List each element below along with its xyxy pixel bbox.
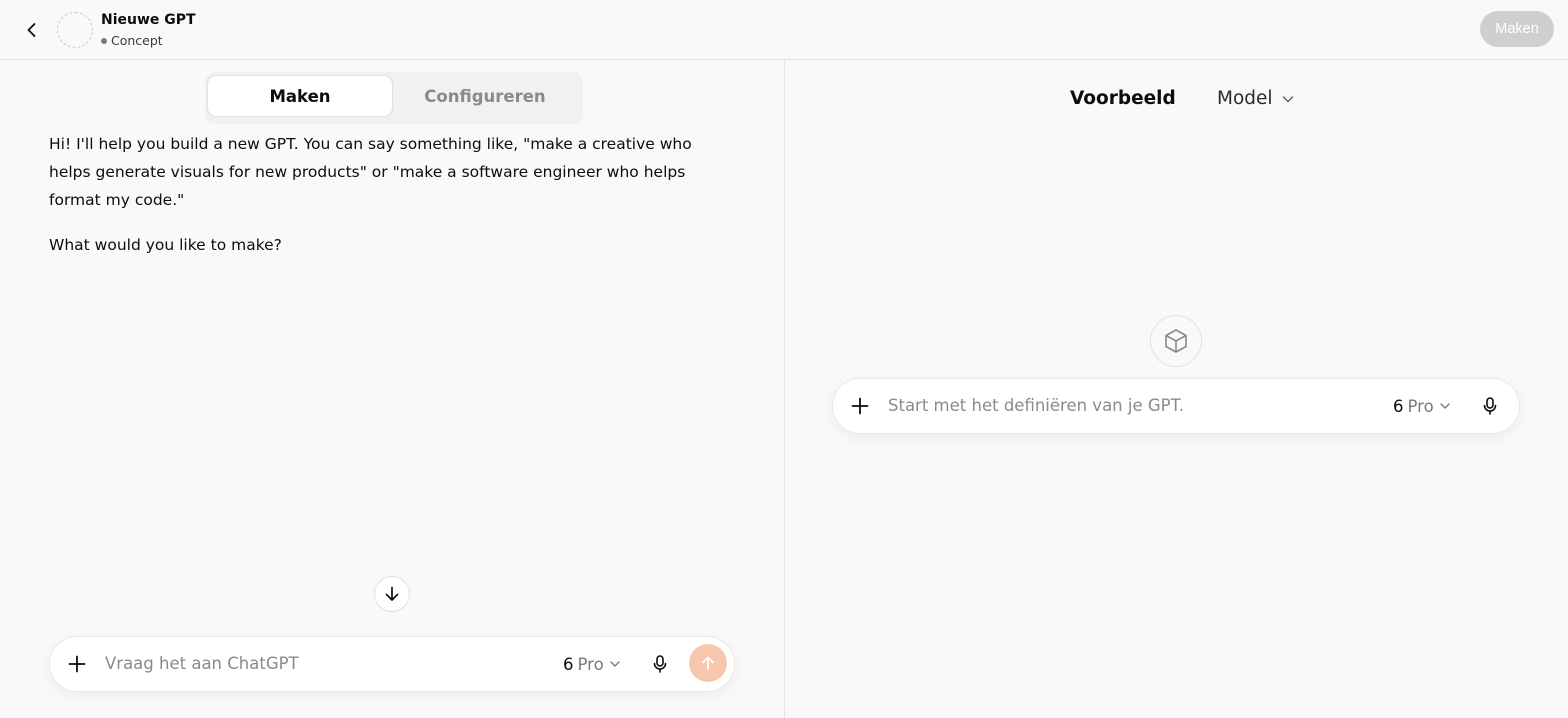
chevron-down-icon — [1439, 403, 1450, 409]
model-dropdown-label: Model — [1217, 88, 1273, 109]
top-bar: Nieuwe GPT Concept Maken — [0, 0, 1568, 60]
create-button[interactable]: Maken — [1480, 11, 1554, 47]
preview-title: Voorbeeld — [1070, 88, 1176, 109]
back-button[interactable] — [16, 14, 48, 46]
builder-tabs: Maken Configureren — [205, 72, 583, 124]
microphone-icon — [653, 655, 667, 673]
model-number: 6 — [1393, 396, 1404, 416]
chevron-down-icon — [609, 661, 620, 667]
gpt-name: Nieuwe GPT — [101, 12, 196, 28]
gpt-placeholder-avatar — [1150, 315, 1202, 367]
microphone-icon — [1483, 397, 1497, 415]
status-label: Concept — [111, 33, 163, 48]
preview-composer: Start met het definiëren van je GPT. 6 P… — [832, 378, 1520, 434]
cube-icon — [1165, 329, 1187, 353]
dictate-button[interactable] — [1478, 394, 1502, 418]
add-attachment-button[interactable] — [849, 395, 871, 417]
plus-icon — [68, 655, 86, 673]
arrow-down-icon — [385, 586, 399, 601]
chevron-left-icon — [27, 23, 36, 37]
model-selector[interactable]: 6 Pro — [1393, 379, 1452, 433]
preview-pane: Voorbeeld Model Start met het definiëren… — [785, 60, 1568, 718]
send-button[interactable] — [689, 644, 727, 682]
builder-message-input[interactable]: Vraag het aan ChatGPT — [105, 637, 299, 691]
model-selector[interactable]: 6 Pro — [563, 637, 622, 691]
assistant-message: What would you like to make? — [49, 236, 282, 254]
arrow-up-icon — [702, 656, 714, 670]
gpt-avatar-placeholder[interactable] — [57, 12, 93, 48]
builder-composer: Vraag het aan ChatGPT 6 Pro — [49, 636, 735, 692]
tab-configure[interactable]: Configureren — [392, 75, 578, 117]
preview-message-input[interactable]: Start met het definiëren van je GPT. — [888, 379, 1184, 433]
model-tier: Pro — [1407, 396, 1434, 416]
plus-icon — [851, 397, 869, 415]
builder-pane: Maken Configureren Hi! I'll help you bui… — [0, 60, 784, 718]
model-tier: Pro — [577, 654, 604, 674]
scroll-to-bottom-button[interactable] — [374, 576, 410, 612]
dictate-button[interactable] — [648, 652, 672, 676]
chevron-down-icon — [1282, 95, 1293, 102]
status-dot-icon — [101, 37, 107, 44]
assistant-message: Hi! I'll help you build a new GPT. You c… — [49, 135, 692, 209]
draft-status: Concept — [101, 33, 163, 48]
model-dropdown[interactable]: Model — [1217, 88, 1295, 109]
add-attachment-button[interactable] — [66, 653, 88, 675]
model-number: 6 — [563, 654, 574, 674]
tab-create[interactable]: Maken — [207, 75, 393, 117]
